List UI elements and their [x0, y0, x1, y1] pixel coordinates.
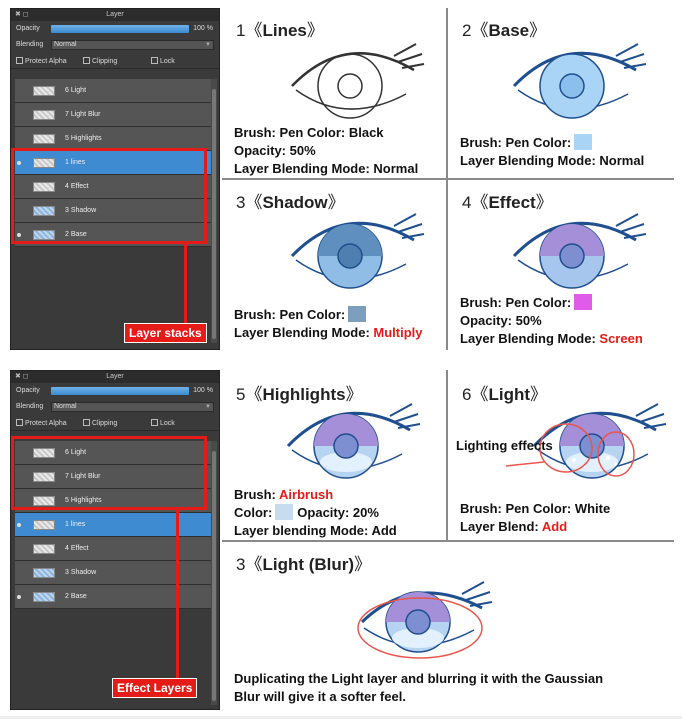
layer-item-selected[interactable]: 1 lines: [15, 513, 211, 537]
chevron-down-icon: ▼: [205, 42, 211, 48]
layer-thumbnail: [33, 568, 55, 578]
eye-lines-illustration: [291, 43, 425, 119]
opacity-value: 100 %: [193, 25, 213, 32]
layer-scrollbar[interactable]: [211, 79, 217, 343]
step-lines: 1《Lines》 Brush: Pen Color: Black Opacity…: [222, 8, 446, 178]
lock-checkbox[interactable]: Lock: [151, 419, 175, 427]
protect-alpha-checkbox[interactable]: Protect Alpha: [16, 57, 67, 65]
eye-highlights-illustration: [286, 403, 421, 479]
eye-base-illustration: [512, 43, 647, 119]
chevron-down-icon: ▼: [205, 404, 211, 410]
layer-name: 1 lines: [65, 521, 86, 528]
eye-shadow-illustration: [290, 213, 425, 289]
opacity-label: Opacity: [16, 25, 40, 32]
note-pointer-line: [506, 461, 545, 467]
step-desc: Brush: Pen Color: Opacity: 50% Layer Ble…: [460, 294, 643, 346]
layer-name: 7 Light Blur: [65, 111, 101, 118]
layer-scrollbar[interactable]: [211, 441, 217, 705]
blending-row: Blending Normal ▼: [11, 399, 219, 415]
opacity-label: Opacity: [16, 387, 40, 394]
visibility-dot-icon[interactable]: [17, 523, 21, 527]
step-desc: Brush: Pen Color: Black Opacity: 50% Lay…: [234, 125, 419, 176]
layer-thumbnail: [33, 86, 55, 96]
panel-title: Layer: [106, 373, 124, 380]
layer-panel-bottom: ✖ ◻ Layer Opacity 100 % Blending Normal …: [10, 370, 220, 710]
color-swatch: [348, 306, 367, 322]
layer-name: 4 Effect: [65, 545, 89, 552]
blending-label: Blending: [16, 403, 44, 410]
layer-item[interactable]: 3 Shadow: [15, 561, 211, 585]
step-effect: 4《Effect》 Brush: Pen Color: Opacity: 50%…: [448, 180, 674, 350]
step-base: 2《Base》 Brush: Pen Color: Layer Blending…: [448, 8, 674, 178]
layer-stacks-tag: Layer stacks: [124, 323, 207, 343]
layer-thumbnail: [33, 592, 55, 602]
panel-title-bar: ✖ ◻ Layer: [11, 9, 219, 21]
panel-title: Layer: [106, 11, 124, 18]
layer-thumbnail: [33, 520, 55, 530]
opacity-slider[interactable]: [51, 387, 189, 395]
step-highlights: 5《Highlights》 Brush: Airbrush Color: Opac…: [222, 372, 446, 540]
window-controls-icon[interactable]: ✖ ◻: [15, 9, 29, 21]
step-light-blur: 3《Light (Blur)》 Duplicating the Light la…: [222, 542, 674, 714]
blending-select[interactable]: Normal ▼: [51, 402, 214, 412]
layer-name: 5 Highlights: [65, 135, 102, 142]
lock-checkbox[interactable]: Lock: [151, 57, 175, 65]
blending-row: Blending Normal ▼: [11, 37, 219, 53]
callout-line: [184, 244, 187, 326]
scrollbar-thumb[interactable]: [212, 451, 216, 701]
opacity-slider[interactable]: [51, 25, 189, 33]
checkbox-row: Protect Alpha Clipping Lock: [11, 415, 219, 431]
layer-name: 2 Base: [65, 593, 87, 600]
layer-thumbnail: [33, 110, 55, 120]
opacity-row: Opacity 100 %: [11, 21, 219, 37]
blending-select[interactable]: Normal ▼: [51, 40, 214, 50]
panel-title-bar: ✖ ◻ Layer: [11, 371, 219, 383]
layer-item[interactable]: 4 Effect: [15, 537, 211, 561]
visibility-dot-icon[interactable]: [17, 595, 21, 599]
clipping-checkbox[interactable]: Clipping: [83, 419, 117, 427]
eye-effect-illustration: [512, 213, 647, 289]
protect-alpha-checkbox[interactable]: Protect Alpha: [16, 419, 67, 427]
color-swatch: [574, 294, 593, 310]
eye-light-blur-illustration: [357, 581, 493, 659]
opacity-row: Opacity 100 %: [11, 383, 219, 399]
layer-item[interactable]: 6 Light: [15, 79, 211, 103]
color-swatch: [574, 134, 593, 150]
layer-thumbnail: [33, 544, 55, 554]
step-light: 6《Light》 Lighting effects Brush: Pen Col…: [448, 372, 674, 540]
window-controls-icon[interactable]: ✖ ◻: [15, 371, 29, 383]
effect-layers-tag: Effect Layers: [112, 678, 198, 698]
blending-value: Normal: [54, 41, 77, 48]
step-desc: Brush: Airbrush Color: Opacity: 20% Layer…: [234, 487, 397, 538]
clipping-checkbox[interactable]: Clipping: [83, 57, 117, 65]
highlight-box-layer-stacks: [11, 148, 207, 244]
opacity-value: 100 %: [193, 387, 213, 394]
blending-label: Blending: [16, 41, 44, 48]
step-desc: Brush: Pen Color: White Layer Blend: Add: [460, 501, 611, 534]
color-swatch: [275, 504, 294, 520]
step-desc: Brush: Pen Color: Layer Blending Mode: N…: [460, 134, 645, 168]
checkbox-row: Protect Alpha Clipping Lock: [11, 53, 219, 69]
lighting-effects-note: Lighting effects: [456, 438, 553, 453]
layer-name: 6 Light: [65, 87, 87, 94]
layer-name: 3 Shadow: [65, 569, 97, 576]
step-desc: Duplicating the Light layer and blurring…: [234, 671, 604, 704]
callout-line: [176, 510, 179, 680]
step-desc: Brush: Pen Color: Layer Blending Mode: M…: [234, 306, 423, 340]
layer-item[interactable]: 7 Light Blur: [15, 103, 211, 127]
scrollbar-thumb[interactable]: [212, 89, 216, 339]
highlight-box-effect-layers: [11, 436, 207, 510]
blending-value: Normal: [54, 403, 77, 410]
layer-item[interactable]: 2 Base: [15, 585, 211, 609]
step-shadow: 3《Shadow》 Brush: Pen Color: Layer Blendi…: [222, 180, 446, 350]
layer-thumbnail: [33, 134, 55, 144]
